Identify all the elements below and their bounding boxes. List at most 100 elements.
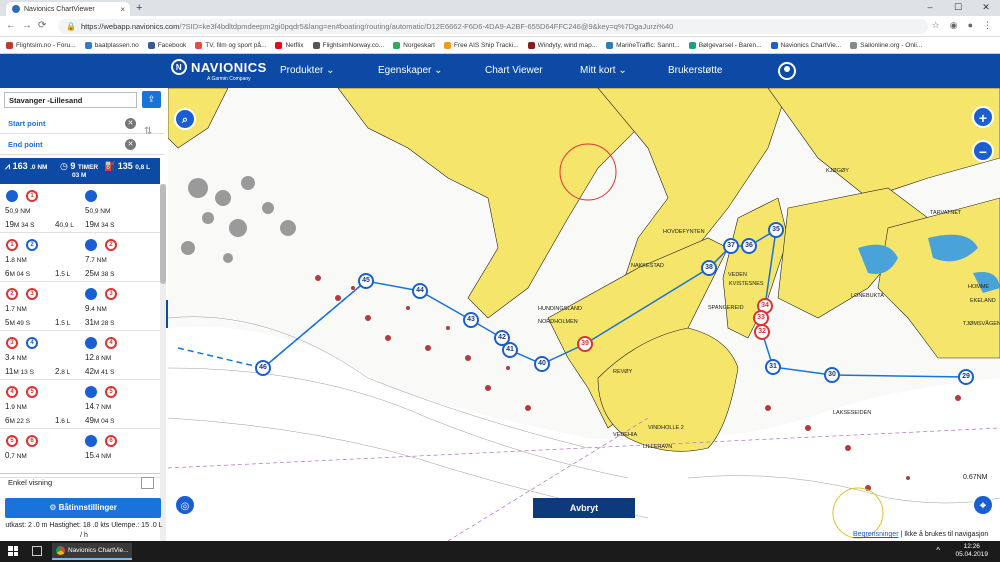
bookmark-item[interactable]: Windyty, wind map... — [527, 41, 597, 49]
search-icon[interactable]: ⌕ — [174, 108, 196, 130]
user-avatar-icon[interactable] — [778, 62, 796, 80]
bookmark-item[interactable]: Sailonline.org - Onli... — [850, 41, 922, 49]
route-waypoint-marker[interactable]: 36 — [741, 238, 757, 254]
route-waypoint-marker[interactable]: 29 — [958, 369, 974, 385]
new-tab-button[interactable]: + — [136, 2, 142, 14]
bookmark-label: Facebook — [157, 41, 187, 49]
cumulative-distance-value: 12 — [85, 353, 94, 362]
bookmark-item[interactable]: Flightsim.no - Foru... — [6, 41, 76, 49]
bookmark-label: Netflix — [285, 41, 304, 49]
route-leg-row[interactable]: 4 5 5 1.9 NM 6M 22 S 1.6 L 14.7 NM 49M 04 S — [0, 382, 160, 429]
end-point-label: End point — [8, 140, 43, 149]
profile-icon[interactable]: ● — [968, 20, 973, 31]
close-tab-icon[interactable]: × — [120, 5, 125, 14]
simple-view-checkbox[interactable] — [141, 477, 154, 489]
browser-tab[interactable]: Navionics ChartViewer × — [6, 2, 130, 16]
restrictions-link[interactable]: Begrensninger — [853, 531, 899, 538]
nav-chart-viewer[interactable]: Chart Viewer — [485, 65, 543, 76]
route-waypoint-marker[interactable]: 45 — [358, 273, 374, 289]
forward-icon[interactable]: → — [22, 20, 32, 31]
route-leg-row[interactable]: 1 2 2 1.8 NM 6M 04 S 1.5 L 7.7 NM 25M 38 S — [0, 235, 160, 282]
route-waypoint-marker[interactable]: 44 — [412, 283, 428, 299]
system-clock[interactable]: 12:26 05.04.2019 — [955, 543, 988, 559]
route-waypoint-marker[interactable]: 46 — [255, 360, 271, 376]
end-point-row[interactable]: End point ✕ — [0, 135, 164, 155]
bookmark-favicon-icon — [275, 41, 283, 49]
route-waypoint-marker[interactable]: 31 — [765, 359, 781, 375]
nav-egenskaper[interactable]: Egenskaper ⌄ — [378, 65, 443, 76]
waypoint-from-icon: 1 — [6, 239, 18, 251]
chart-map[interactable]: 46 45 44 43 42 41 40 39 38 37 36 35 34 33 32 31 30 29 HOV… — [168, 88, 1000, 541]
nav-mitt-kort[interactable]: Mitt kort ⌄ — [580, 65, 627, 76]
minimize-icon[interactable]: – — [916, 0, 944, 16]
route-name-input[interactable]: Stavanger -Lillesand — [4, 92, 137, 108]
map-layers-icon[interactable]: ◎ — [174, 494, 196, 516]
route-waypoint-marker[interactable]: 30 — [824, 367, 840, 383]
leg-fuel-unit: .5 L — [59, 271, 71, 278]
url-path: /?SID=ke3f4bdltdpmdeepm2gi0pqdr5&lang=en… — [179, 22, 674, 31]
route-waypoint-marker[interactable]: 35 — [768, 222, 784, 238]
swap-points-icon[interactable]: ⇅ — [144, 126, 152, 137]
bookmark-item[interactable]: baatplassen.no — [84, 41, 139, 49]
tray-arrow-icon[interactable]: ^ — [936, 546, 940, 555]
bookmark-item[interactable]: FlightsimNorway.co... — [312, 41, 385, 49]
bookmark-label: FlightsimNorway.co... — [322, 41, 385, 49]
route-waypoint-marker[interactable]: 41 — [502, 342, 518, 358]
route-leg-row[interactable]: 5 6 6 0,7 NM 15.4 NM — [0, 431, 160, 478]
zoom-out-icon[interactable]: − — [972, 140, 994, 162]
route-waypoint-marker[interactable]: 38 — [701, 260, 717, 276]
bookmark-item[interactable]: MarineTraffic: Sannt... — [606, 41, 680, 49]
leg-distance: 0,7 NM — [5, 451, 27, 460]
cancel-route-button[interactable]: Avbryt — [533, 498, 635, 518]
taskbar-chrome-app[interactable]: Navionics ChartVie... — [52, 543, 132, 560]
clear-start-icon[interactable]: ✕ — [125, 118, 136, 129]
bookmark-label: baatplassen.no — [94, 41, 139, 49]
bookmark-item[interactable]: Facebook — [147, 41, 187, 49]
windows-start-icon[interactable] — [8, 546, 18, 556]
nav-produkter[interactable]: Produkter ⌄ — [280, 65, 335, 76]
user-location-icon[interactable]: ⌖ — [972, 494, 994, 516]
taskbar-app-label: Navionics ChartVie... — [68, 547, 129, 554]
extension-icon[interactable]: ◉ — [950, 20, 958, 31]
zoom-in-icon[interactable]: + — [972, 106, 994, 128]
route-leg-row[interactable]: 3 4 4 3.4 NM 11M 13 S 2.8 L 12.8 NM 42M 41 S — [0, 333, 160, 380]
leg-time: 6M 22 S — [5, 416, 30, 425]
bookmark-item[interactable]: Navionics ChartVie... — [770, 41, 841, 49]
maximize-icon[interactable]: ☐ — [944, 0, 972, 16]
close-window-icon[interactable]: ✕ — [972, 0, 1000, 16]
leg-fuel-unit: 0,9 L — [59, 222, 74, 229]
route-waypoint-marker[interactable]: 32 — [754, 324, 770, 340]
navionics-logo[interactable]: N NAVIONICS A Garmin Company — [171, 59, 267, 82]
leg-cumulative-from-to: 5 — [85, 386, 117, 398]
bookmark-item[interactable]: TV, film og sport på... — [195, 41, 266, 49]
bookmark-item[interactable]: Norgeskart — [393, 41, 435, 49]
bookmark-favicon-icon — [6, 41, 13, 49]
simple-view-toggle[interactable]: Enkel visning — [0, 473, 160, 491]
task-view-icon[interactable] — [32, 546, 42, 556]
menu-icon[interactable]: ⋮ — [983, 20, 992, 31]
leg-distance: 1.7 NM — [5, 304, 27, 313]
star-icon[interactable]: ☆ — [932, 20, 940, 31]
route-waypoint-marker[interactable]: 40 — [534, 356, 550, 372]
share-route-button[interactable]: ⇪ — [142, 91, 161, 108]
route-waypoint-marker[interactable]: 39 — [577, 336, 593, 352]
waypoint-to-icon: 4 — [105, 337, 117, 349]
bookmark-item[interactable]: Free AIS Ship Tracki... — [443, 41, 519, 49]
route-leg-row[interactable]: 2 3 3 1.7 NM 5M 49 S 1.5 L 9.4 NM 31M 28 S — [0, 284, 160, 331]
route-leg-row[interactable]: 1 50,9 NM 19M 34 S 40,9 L 50,9 NM 19M 34 S — [0, 186, 160, 233]
address-bar[interactable]: 🔒 https://webapp.navionics.com/?SID=ke3f… — [58, 19, 928, 34]
reload-icon[interactable]: ⟳ — [38, 20, 46, 31]
map-place-label: REVØY — [613, 369, 633, 375]
bookmark-item[interactable]: Netflix — [275, 41, 304, 49]
bookmark-item[interactable]: Bølgevarsel - Baren... — [688, 41, 762, 49]
start-point-row[interactable]: Start point ✕ — [0, 114, 164, 134]
nautical-chart[interactable] — [168, 88, 1000, 541]
back-icon[interactable]: ← — [6, 20, 16, 31]
clear-end-icon[interactable]: ✕ — [125, 139, 136, 150]
nav-brukerstotte[interactable]: Brukerstøtte — [668, 65, 722, 76]
route-waypoint-marker[interactable]: 43 — [463, 312, 479, 328]
map-place-label: NAKKESTAD — [631, 263, 664, 269]
route-waypoint-marker[interactable]: 37 — [723, 238, 739, 254]
boat-settings-button[interactable]: ⚙ Båtinnstillinger — [5, 498, 161, 518]
bookmark-label: Free AIS Ship Tracki... — [453, 41, 519, 49]
